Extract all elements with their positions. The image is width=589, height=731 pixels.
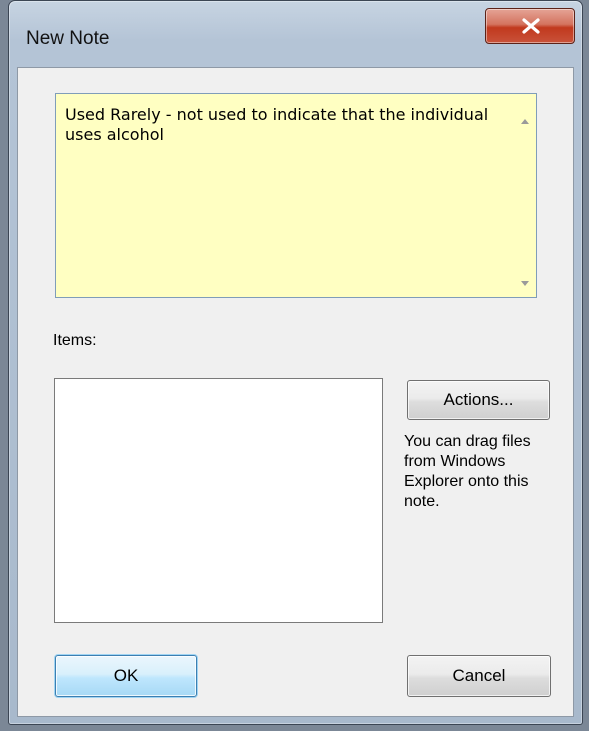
scroll-down-icon[interactable] bbox=[521, 281, 529, 286]
actions-button[interactable]: Actions... bbox=[407, 380, 550, 420]
note-text-area[interactable]: Used Rarely - not used to indicate that … bbox=[55, 93, 537, 298]
dialog-body: Used Rarely - not used to indicate that … bbox=[17, 67, 574, 717]
items-label: Items: bbox=[53, 332, 97, 349]
drag-hint-text: You can drag files from Windows Explorer… bbox=[404, 433, 531, 510]
new-note-dialog: New Note Used Rarely - not used to indic… bbox=[8, 0, 583, 725]
cancel-button[interactable]: Cancel bbox=[407, 655, 551, 697]
close-button[interactable] bbox=[485, 8, 575, 44]
window-title: New Note bbox=[26, 28, 110, 49]
note-scrollbar[interactable] bbox=[514, 94, 536, 297]
ok-button[interactable]: OK bbox=[55, 655, 197, 697]
items-list[interactable] bbox=[54, 378, 383, 623]
close-x-icon bbox=[522, 18, 540, 34]
note-text[interactable]: Used Rarely - not used to indicate that … bbox=[65, 105, 505, 145]
scroll-up-icon[interactable] bbox=[521, 119, 529, 124]
title-bar[interactable]: New Note bbox=[9, 1, 582, 67]
